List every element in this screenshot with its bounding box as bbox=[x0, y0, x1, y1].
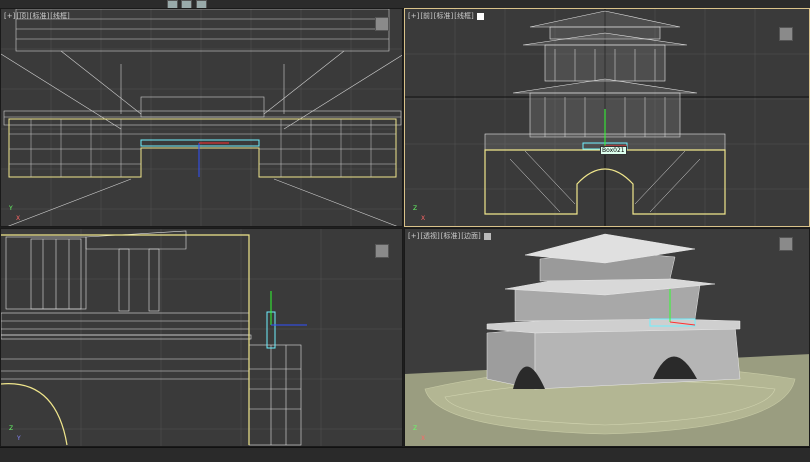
left-view-wireframe bbox=[1, 229, 402, 446]
front-view-wireframe bbox=[405, 9, 809, 226]
axis-gizmo-icon: Y bbox=[9, 205, 13, 212]
axis-gizmo-icon: Z bbox=[9, 425, 14, 432]
axis-gizmo-y: Y bbox=[17, 435, 21, 442]
viewport-view-menu[interactable]: [顶] bbox=[16, 12, 28, 20]
viewport-view-menu[interactable]: [透视] bbox=[420, 232, 439, 240]
viewport-front-label[interactable]: [+][前][标准][线框] bbox=[408, 11, 485, 21]
viewport-shade-menu[interactable]: [标准] bbox=[441, 232, 460, 240]
viewport-front[interactable]: [+][前][标准][线框] Box021 Z X bbox=[404, 8, 810, 227]
view-cube-icon[interactable] bbox=[375, 244, 389, 258]
viewport-perspective[interactable]: [+][透视][标准][边面] Z X bbox=[404, 228, 810, 447]
selected-object-label: Box021 bbox=[600, 146, 627, 155]
status-bar bbox=[0, 447, 810, 462]
viewport-plus-menu[interactable]: [+] bbox=[408, 12, 419, 20]
viewport-view-menu[interactable]: [前] bbox=[420, 12, 432, 20]
axis-gizmo-icon: Z bbox=[413, 425, 418, 432]
perspective-render bbox=[405, 233, 809, 446]
viewport-plus-menu[interactable]: [+] bbox=[408, 232, 419, 240]
viewport-plus-menu[interactable]: [+] bbox=[4, 12, 15, 20]
viewport-perspective-label[interactable]: [+][透视][标准][边面] bbox=[408, 231, 492, 241]
top-view-wireframe bbox=[1, 9, 402, 226]
viewport-mode-menu[interactable]: [线框] bbox=[454, 12, 473, 20]
axis-gizmo-icon: Z bbox=[413, 205, 418, 212]
viewport-shade-menu[interactable]: [标准] bbox=[30, 12, 49, 20]
viewport-top[interactable]: [+][顶][标准][线框] Y X bbox=[0, 8, 403, 227]
axis-gizmo-x: X bbox=[421, 215, 426, 222]
viewport-mode-menu[interactable]: [边面] bbox=[461, 232, 480, 240]
viewport-left[interactable]: Z Y bbox=[0, 228, 403, 447]
axis-gizmo-x: X bbox=[16, 215, 21, 222]
viewport-top-label[interactable]: [+][顶][标准][线框] bbox=[4, 11, 71, 21]
viewport-mode-menu[interactable]: [线框] bbox=[50, 12, 69, 20]
view-cube-icon[interactable] bbox=[779, 27, 793, 41]
viewport-color-swatch[interactable] bbox=[476, 12, 484, 20]
axis-gizmo-x: X bbox=[421, 435, 426, 442]
view-cube-icon[interactable] bbox=[779, 237, 793, 251]
view-cube-icon[interactable] bbox=[375, 17, 389, 31]
viewport-color-swatch[interactable] bbox=[483, 232, 491, 240]
viewport-shade-menu[interactable]: [标准] bbox=[434, 12, 453, 20]
